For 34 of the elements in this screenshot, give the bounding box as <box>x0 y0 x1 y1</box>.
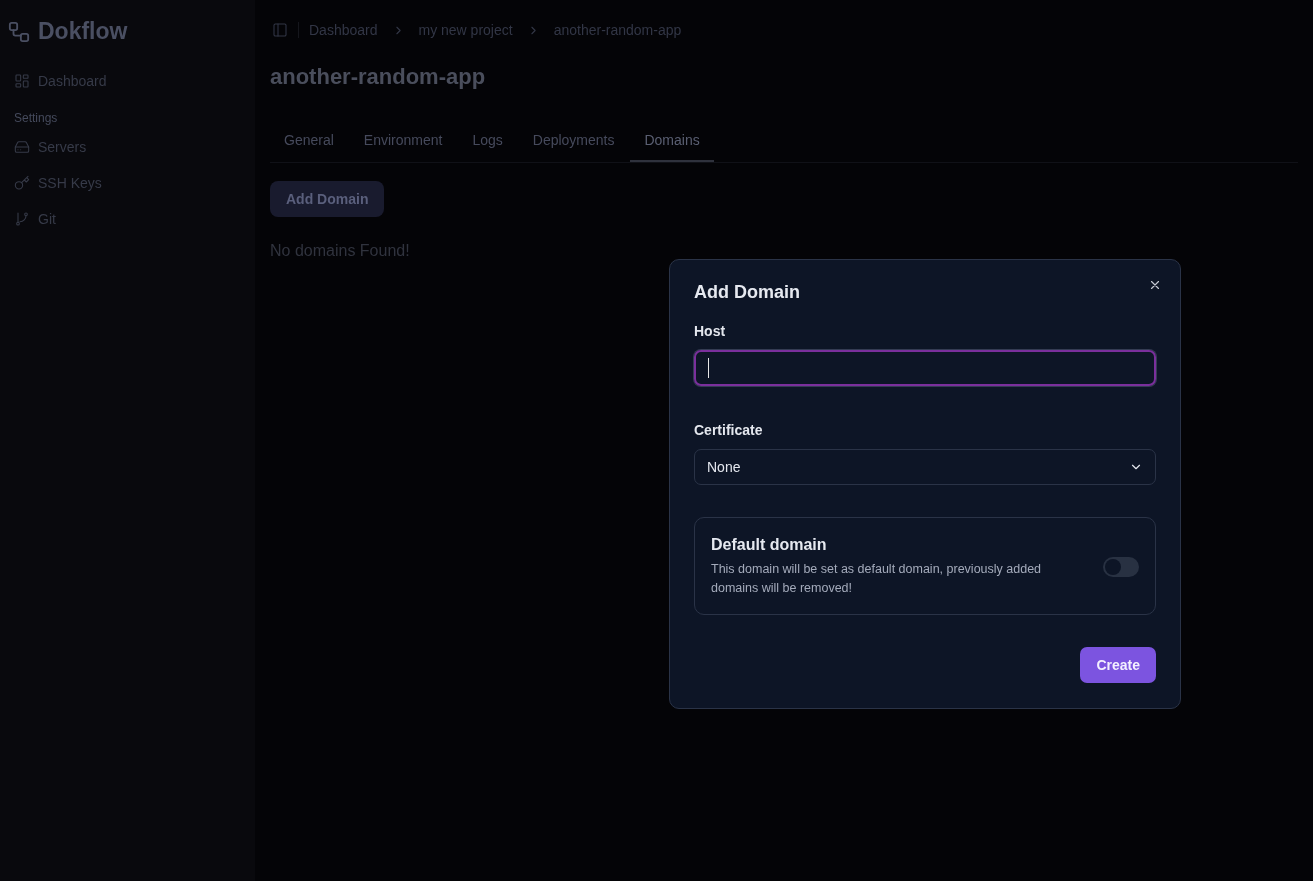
option-title: Default domain <box>711 536 828 554</box>
host-field[interactable] <box>694 350 1156 386</box>
field-label: Certificate <box>694 422 764 438</box>
breadcrumb-link[interactable]: Dashboard <box>309 22 378 38</box>
tab[interactable]: Logs <box>458 120 517 162</box>
sidebar-item[interactable]: Dashboard <box>8 63 247 99</box>
tab[interactable]: General <box>270 120 348 162</box>
create-button[interactable]: Create <box>1080 647 1156 683</box>
add-domain-button[interactable]: Add Domain <box>270 181 385 217</box>
tab[interactable]: Environment <box>349 120 457 162</box>
breadcrumb-link[interactable]: my new project <box>418 22 513 38</box>
git-branch-icon <box>14 211 30 227</box>
field-label: Host <box>694 323 727 339</box>
page-title: another-random-app <box>270 64 487 90</box>
option-description: This domain will be set as default domain, previously added domains will be removed! <box>711 561 1043 597</box>
close-icon <box>1148 278 1162 292</box>
dialog-title: Add Domain <box>694 282 801 303</box>
logo-icon <box>8 20 30 43</box>
sidebar-item[interactable]: Servers <box>8 129 247 165</box>
certificate-select[interactable]: None <box>694 449 1156 485</box>
brand-name: Dokflow <box>38 18 128 45</box>
sidebar-item[interactable]: Git <box>8 201 247 237</box>
key-icon <box>14 175 30 191</box>
tab[interactable]: Domains <box>630 120 714 162</box>
select-value: None <box>707 459 741 475</box>
text-cursor <box>708 358 709 378</box>
section-heading: Settings <box>13 110 59 127</box>
drive-icon <box>14 139 30 155</box>
sidebar-toggle-icon <box>272 22 288 38</box>
breadcrumb-link[interactable]: another-random-app <box>553 22 682 38</box>
toggle-switch[interactable] <box>1103 557 1139 577</box>
sidebar-item[interactable]: SSH Keys <box>8 165 247 201</box>
dashboard-icon <box>14 73 30 89</box>
tab[interactable]: Deployments <box>518 120 629 162</box>
